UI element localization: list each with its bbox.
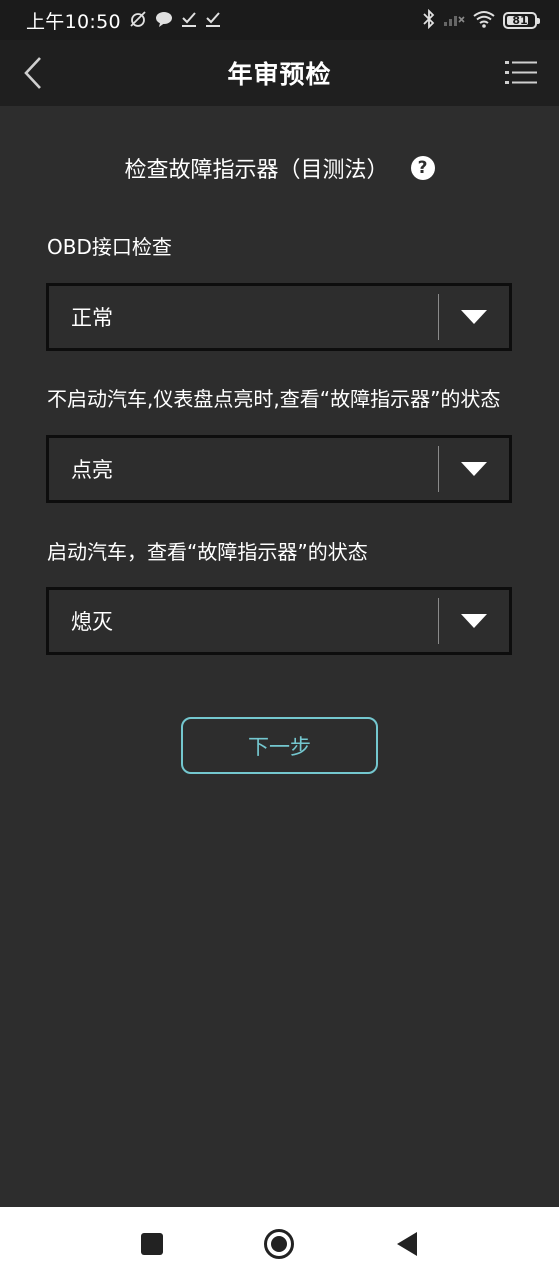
menu-button[interactable] bbox=[503, 56, 539, 90]
select-value: 点亮 bbox=[71, 458, 113, 482]
battery-icon: 81 bbox=[503, 11, 540, 29]
wifi-icon bbox=[473, 10, 495, 31]
home-button[interactable] bbox=[262, 1227, 296, 1261]
check-download-icon bbox=[205, 11, 221, 30]
select-value: 正常 bbox=[71, 306, 113, 330]
section-title: 检查故障指示器（目测法） bbox=[124, 158, 389, 183]
select-obd-check[interactable]: 正常 bbox=[46, 283, 512, 351]
section-title-row: 检查故障指示器（目测法） ? bbox=[0, 148, 559, 188]
back-triangle-icon bbox=[397, 1232, 417, 1256]
list-menu-icon bbox=[505, 61, 537, 84]
status-bar: 上午10:50 81 bbox=[0, 0, 559, 40]
signal-icon bbox=[443, 11, 465, 30]
chat-bubble-icon bbox=[155, 11, 173, 30]
select-engine-indicator[interactable]: 熄灭 bbox=[46, 587, 512, 655]
status-time: 上午10:50 bbox=[26, 10, 121, 33]
recent-apps-icon bbox=[141, 1233, 163, 1255]
chevron-left-icon bbox=[24, 57, 41, 89]
status-right: 81 bbox=[423, 8, 540, 32]
dropdown-arrow-icon[interactable] bbox=[439, 590, 509, 652]
battery-text: 81 bbox=[512, 13, 528, 27]
recent-apps-button[interactable] bbox=[135, 1227, 169, 1261]
back-button[interactable] bbox=[18, 54, 48, 92]
help-icon[interactable]: ? bbox=[410, 156, 435, 180]
status-left: 上午10:50 bbox=[26, 7, 221, 34]
field-label-engine-start: 启动汽车，查看“故障指示器”的状态 bbox=[47, 540, 368, 564]
dropdown-arrow-icon[interactable] bbox=[439, 438, 509, 500]
dropdown-arrow-icon[interactable] bbox=[439, 286, 509, 348]
select-value: 熄灭 bbox=[71, 610, 113, 634]
app-header: 年审预检 bbox=[0, 40, 559, 106]
page-title: 年审预检 bbox=[227, 60, 332, 89]
home-icon bbox=[264, 1229, 294, 1259]
system-back-button[interactable] bbox=[390, 1227, 424, 1261]
next-step-button[interactable]: 下一步 bbox=[181, 717, 378, 774]
muted-alarm-icon bbox=[129, 10, 147, 31]
field-label-obd: OBD接口检查 bbox=[47, 235, 172, 259]
select-dashboard-indicator[interactable]: 点亮 bbox=[46, 435, 512, 503]
check-download-icon bbox=[181, 11, 197, 30]
system-nav-bar bbox=[0, 1207, 559, 1280]
field-label-dashboard: 不启动汽车,仪表盘点亮时,查看“故障指示器”的状态 bbox=[47, 387, 501, 411]
bluetooth-icon bbox=[423, 8, 435, 32]
